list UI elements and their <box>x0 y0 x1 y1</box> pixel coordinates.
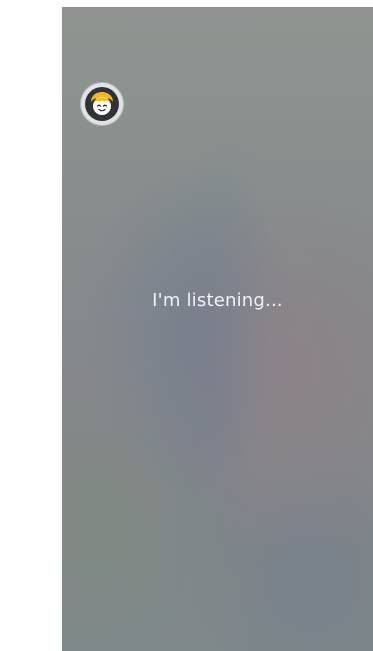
child-face-icon <box>91 92 113 115</box>
page: I'm listening... <box>0 0 373 651</box>
listening-status-text: I'm listening... <box>152 290 283 311</box>
avatar[interactable] <box>81 83 123 125</box>
avatar-frame <box>85 87 119 121</box>
voice-assistant-screen: I'm listening... <box>62 7 373 651</box>
